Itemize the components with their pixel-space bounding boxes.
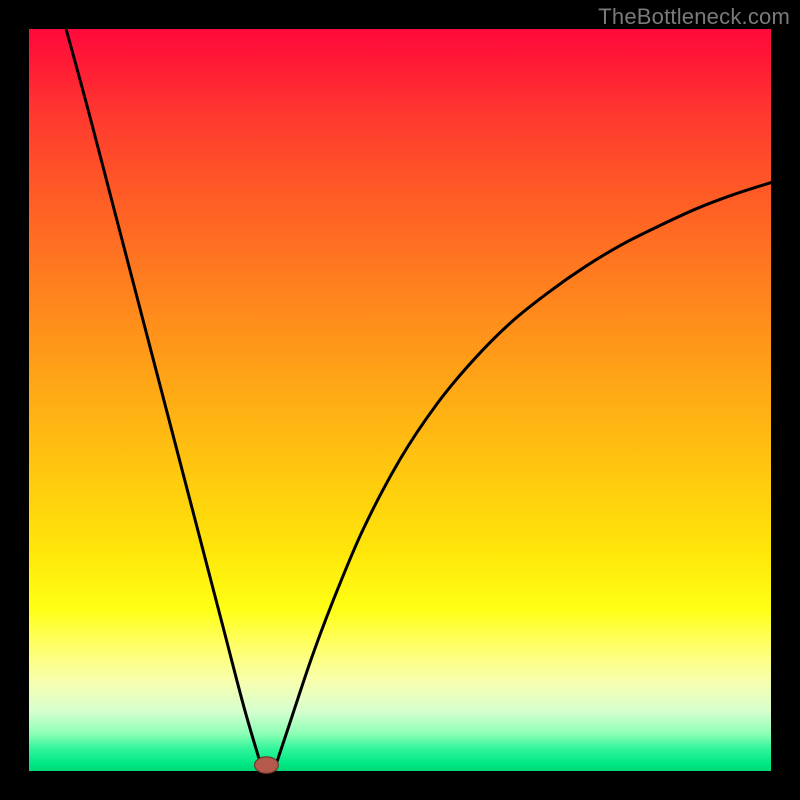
curve-right-branch — [274, 183, 771, 771]
chart-frame: TheBottleneck.com — [0, 0, 800, 800]
watermark-text: TheBottleneck.com — [598, 4, 790, 30]
bottleneck-curve — [29, 29, 771, 771]
curve-left-branch — [66, 29, 263, 771]
optimum-marker — [255, 757, 279, 773]
plot-area — [29, 29, 771, 771]
